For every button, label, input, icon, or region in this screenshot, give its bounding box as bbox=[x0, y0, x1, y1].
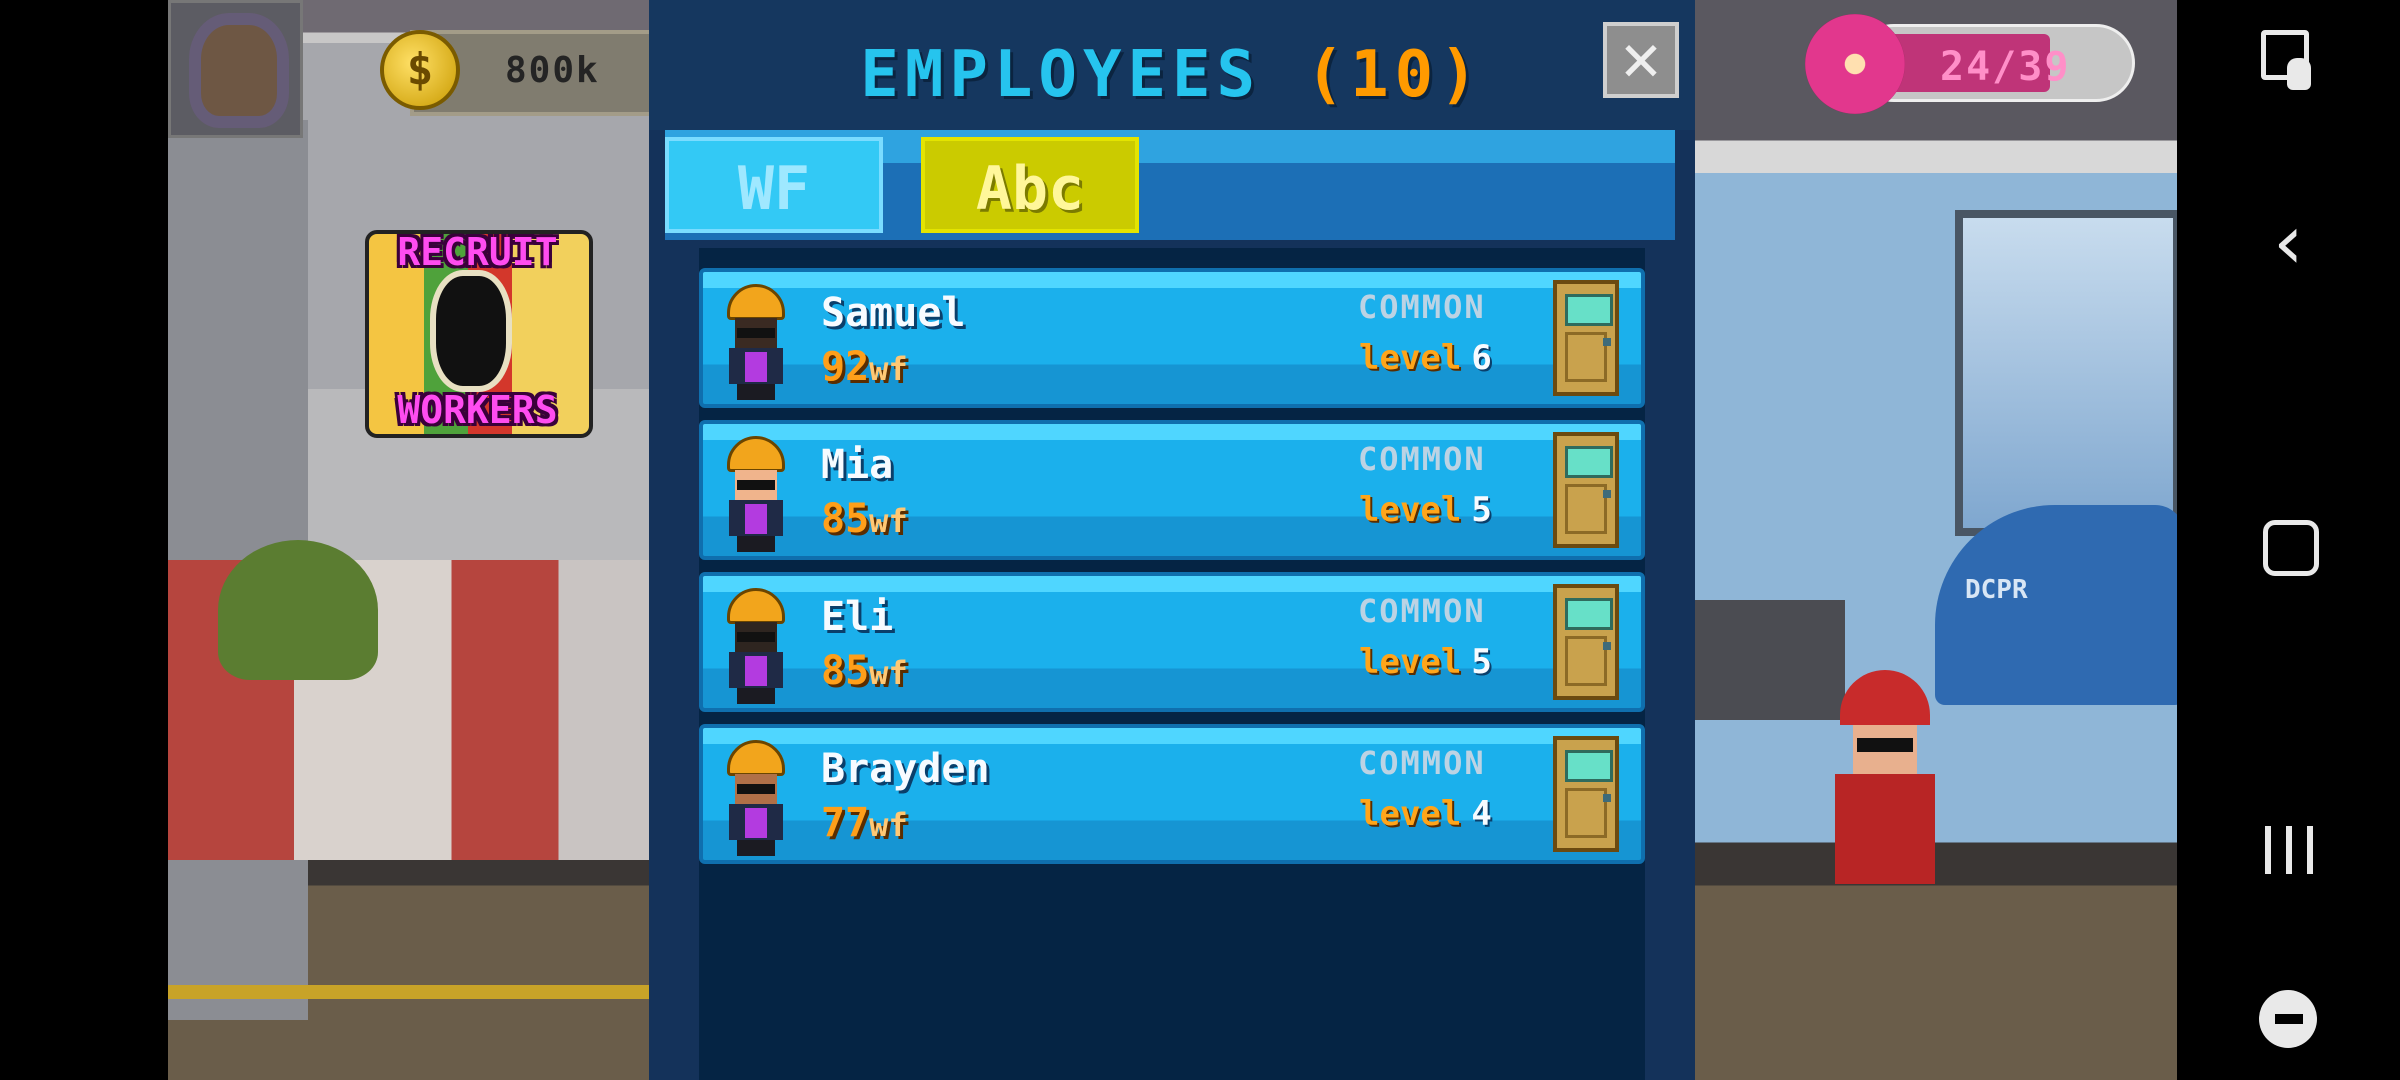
employee-rarity: COMMON bbox=[1358, 744, 1486, 782]
employee-wf: 77wf bbox=[821, 800, 908, 846]
worker-avatar-icon bbox=[723, 588, 789, 704]
factory-window bbox=[1955, 210, 2177, 536]
donut-icon bbox=[1805, 14, 1905, 114]
employee-level: level 5 bbox=[1359, 642, 1492, 682]
employee-rarity: COMMON bbox=[1358, 592, 1486, 630]
bush bbox=[218, 540, 378, 680]
system-nav-bar: ‹ bbox=[2177, 0, 2400, 1080]
close-button[interactable]: ✕ bbox=[1603, 22, 1679, 98]
worker-avatar-icon bbox=[723, 284, 789, 400]
car-text: DCPR bbox=[1965, 575, 2028, 605]
game-scene-right: DCPR bbox=[1695, 0, 2177, 1080]
employee-list[interactable]: Samuel 92wf COMMON level 6 Mia 85wf COMMO… bbox=[699, 248, 1645, 1080]
donut-count: 24/39 bbox=[1940, 44, 2071, 90]
recruit-label: RECRUIT bbox=[397, 230, 558, 274]
employee-row-samuel[interactable]: Samuel 92wf COMMON level 6 bbox=[699, 268, 1645, 408]
employee-name: Eli bbox=[821, 594, 894, 640]
silhouette-icon bbox=[430, 270, 512, 392]
employee-wf: 85wf bbox=[821, 648, 908, 694]
bear-avatar-icon bbox=[189, 13, 289, 128]
door-icon[interactable] bbox=[1553, 736, 1619, 852]
home-icon[interactable] bbox=[2247, 504, 2331, 588]
recruit-workers-button[interactable]: RECRUIT WORKERS bbox=[345, 210, 610, 438]
close-icon: ✕ bbox=[1621, 19, 1661, 96]
dialog-title: EMPLOYEES (10) bbox=[649, 38, 1695, 112]
recent-apps-icon[interactable] bbox=[2247, 806, 2331, 890]
employee-rarity: COMMON bbox=[1358, 288, 1486, 326]
screenshot-icon[interactable] bbox=[2247, 16, 2331, 100]
door-icon[interactable] bbox=[1553, 432, 1619, 548]
employee-name: Brayden bbox=[821, 746, 990, 792]
title-text: EMPLOYEES bbox=[860, 38, 1262, 112]
door-icon[interactable] bbox=[1553, 280, 1619, 396]
money-value: 800k bbox=[505, 50, 600, 91]
employee-name: Mia bbox=[821, 442, 894, 488]
tab-sort-abc[interactable]: Abc bbox=[921, 137, 1139, 233]
tab-sort-wf[interactable]: WF bbox=[665, 137, 883, 233]
employees-dialog: EMPLOYEES (10) ✕ WF Abc Samuel 92wf COMM… bbox=[649, 0, 1695, 1080]
employee-rarity: COMMON bbox=[1358, 440, 1486, 478]
employee-count: (10) bbox=[1305, 38, 1484, 112]
worker-avatar-icon bbox=[723, 740, 789, 856]
employee-row-brayden[interactable]: Brayden 77wf COMMON level 4 bbox=[699, 724, 1645, 864]
coin-icon: $ bbox=[380, 30, 460, 110]
workers-label: WORKERS bbox=[397, 388, 558, 432]
employee-name: Samuel bbox=[821, 290, 966, 336]
employee-level: level 4 bbox=[1359, 794, 1492, 834]
employee-level: level 6 bbox=[1359, 338, 1492, 378]
machine bbox=[1695, 600, 1845, 720]
back-icon[interactable]: ‹ bbox=[2247, 200, 2331, 284]
game-tools-icon[interactable] bbox=[2247, 978, 2331, 1062]
employee-row-mia[interactable]: Mia 85wf COMMON level 5 bbox=[699, 420, 1645, 560]
profile-button[interactable] bbox=[168, 0, 303, 138]
employee-level: level 5 bbox=[1359, 490, 1492, 530]
worker-character[interactable] bbox=[1835, 670, 1935, 910]
employee-wf: 92wf bbox=[821, 344, 908, 390]
employee-wf: 85wf bbox=[821, 496, 908, 542]
employee-row-eli[interactable]: Eli 85wf COMMON level 5 bbox=[699, 572, 1645, 712]
door-icon[interactable] bbox=[1553, 584, 1619, 700]
worker-avatar-icon bbox=[723, 436, 789, 552]
